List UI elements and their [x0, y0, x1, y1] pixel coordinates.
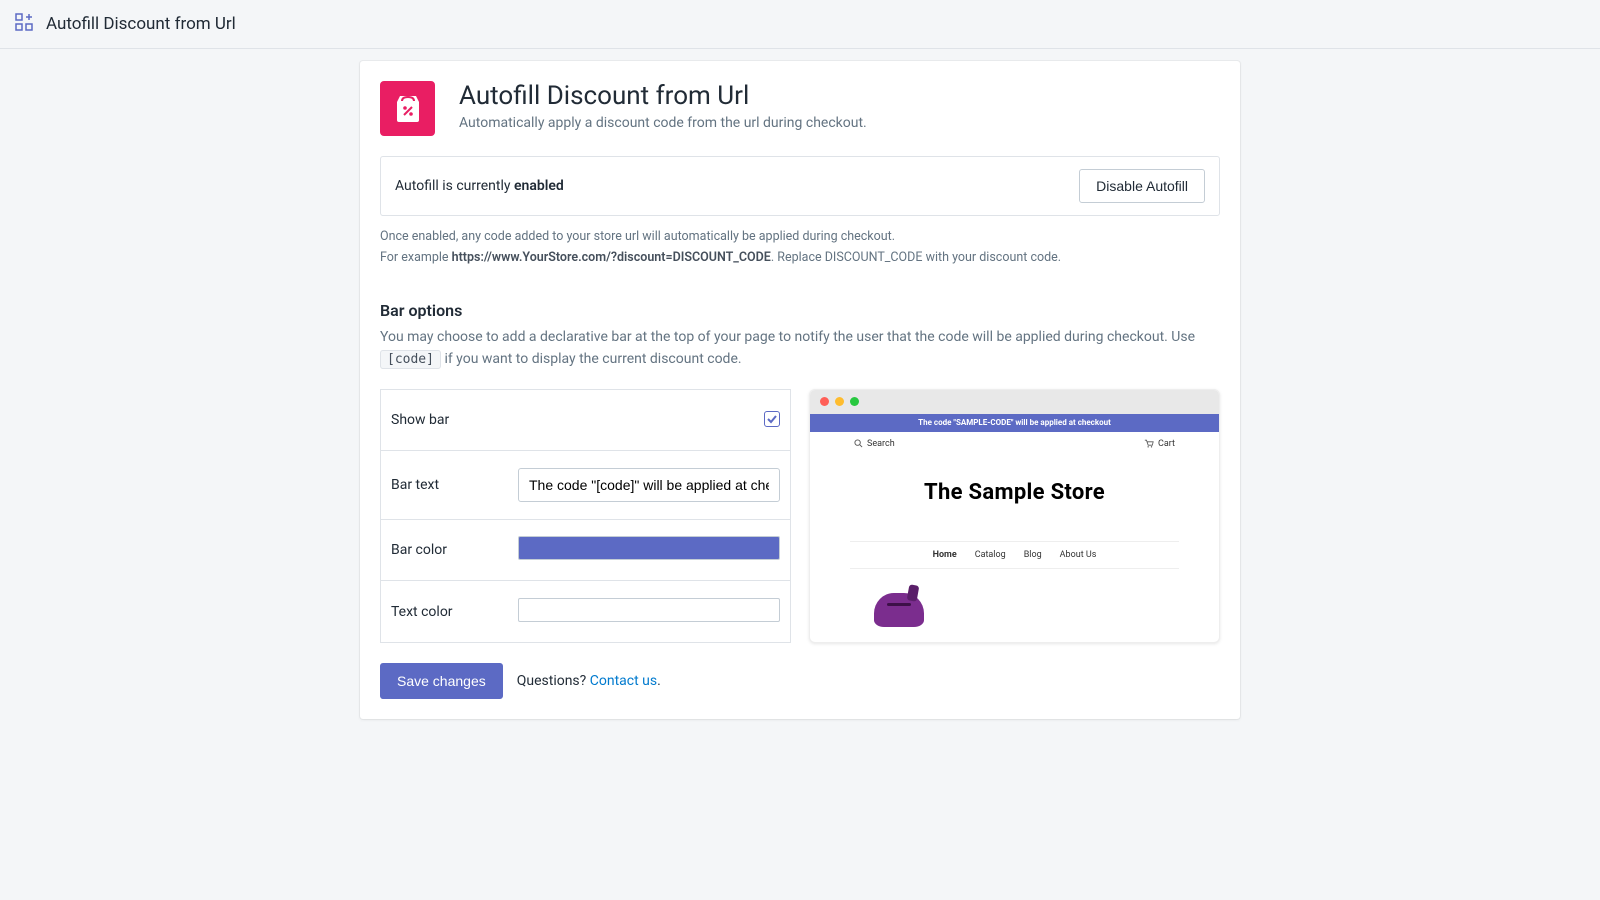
topbar: Autofill Discount from Url [0, 0, 1600, 49]
settings-card: Autofill Discount from Url Automatically… [360, 61, 1240, 719]
app-logo-icon [380, 81, 435, 136]
bar-color-picker[interactable] [518, 536, 780, 560]
preview-top-nav: Search Cart [810, 432, 1219, 456]
app-title: Autofill Discount from Url [459, 81, 867, 111]
page-title: Autofill Discount from Url [46, 14, 236, 34]
bar-text-label: Bar text [381, 450, 509, 519]
preview-titlebar [810, 390, 1219, 414]
disable-autofill-button[interactable]: Disable Autofill [1079, 169, 1205, 203]
window-zoom-icon [850, 397, 859, 406]
show-bar-checkbox[interactable] [764, 411, 780, 427]
search-icon [854, 439, 863, 448]
preview-store-title: The Sample Store [810, 480, 1219, 505]
preview-discount-bar: The code "SAMPLE-CODE" will be applied a… [810, 414, 1219, 432]
footer-help: Questions? Contact us. [517, 673, 661, 689]
text-color-picker[interactable] [518, 598, 780, 622]
preview-menu: Home Catalog Blog About Us [850, 541, 1179, 569]
preview-menu-item: Catalog [975, 550, 1006, 560]
apps-icon [14, 12, 34, 36]
preview-panel: The code "SAMPLE-CODE" will be applied a… [809, 389, 1220, 643]
preview-product-image [874, 593, 924, 627]
text-color-label: Text color [381, 581, 509, 642]
bar-options-heading: Bar options [380, 301, 1220, 320]
bar-color-label: Bar color [381, 520, 509, 581]
save-changes-button[interactable]: Save changes [380, 663, 503, 699]
app-subtitle: Automatically apply a discount code from… [459, 115, 867, 131]
contact-us-link[interactable]: Contact us [590, 673, 657, 689]
window-minimize-icon [835, 397, 844, 406]
preview-menu-item: Blog [1024, 550, 1042, 560]
bar-text-input[interactable] [518, 468, 780, 502]
bar-options-table: Show bar Bar text Bar color [380, 389, 791, 643]
help-text: Once enabled, any code added to your sto… [380, 226, 1220, 269]
preview-menu-item: About Us [1060, 550, 1097, 560]
preview-menu-item: Home [933, 550, 957, 560]
cart-icon [1144, 439, 1154, 448]
bar-options-description: You may choose to add a declarative bar … [380, 326, 1220, 371]
window-close-icon [820, 397, 829, 406]
code-token: [code] [380, 350, 441, 369]
status-box: Autofill is currently enabled Disable Au… [380, 156, 1220, 216]
show-bar-label: Show bar [381, 389, 509, 450]
status-text: Autofill is currently enabled [395, 178, 564, 194]
